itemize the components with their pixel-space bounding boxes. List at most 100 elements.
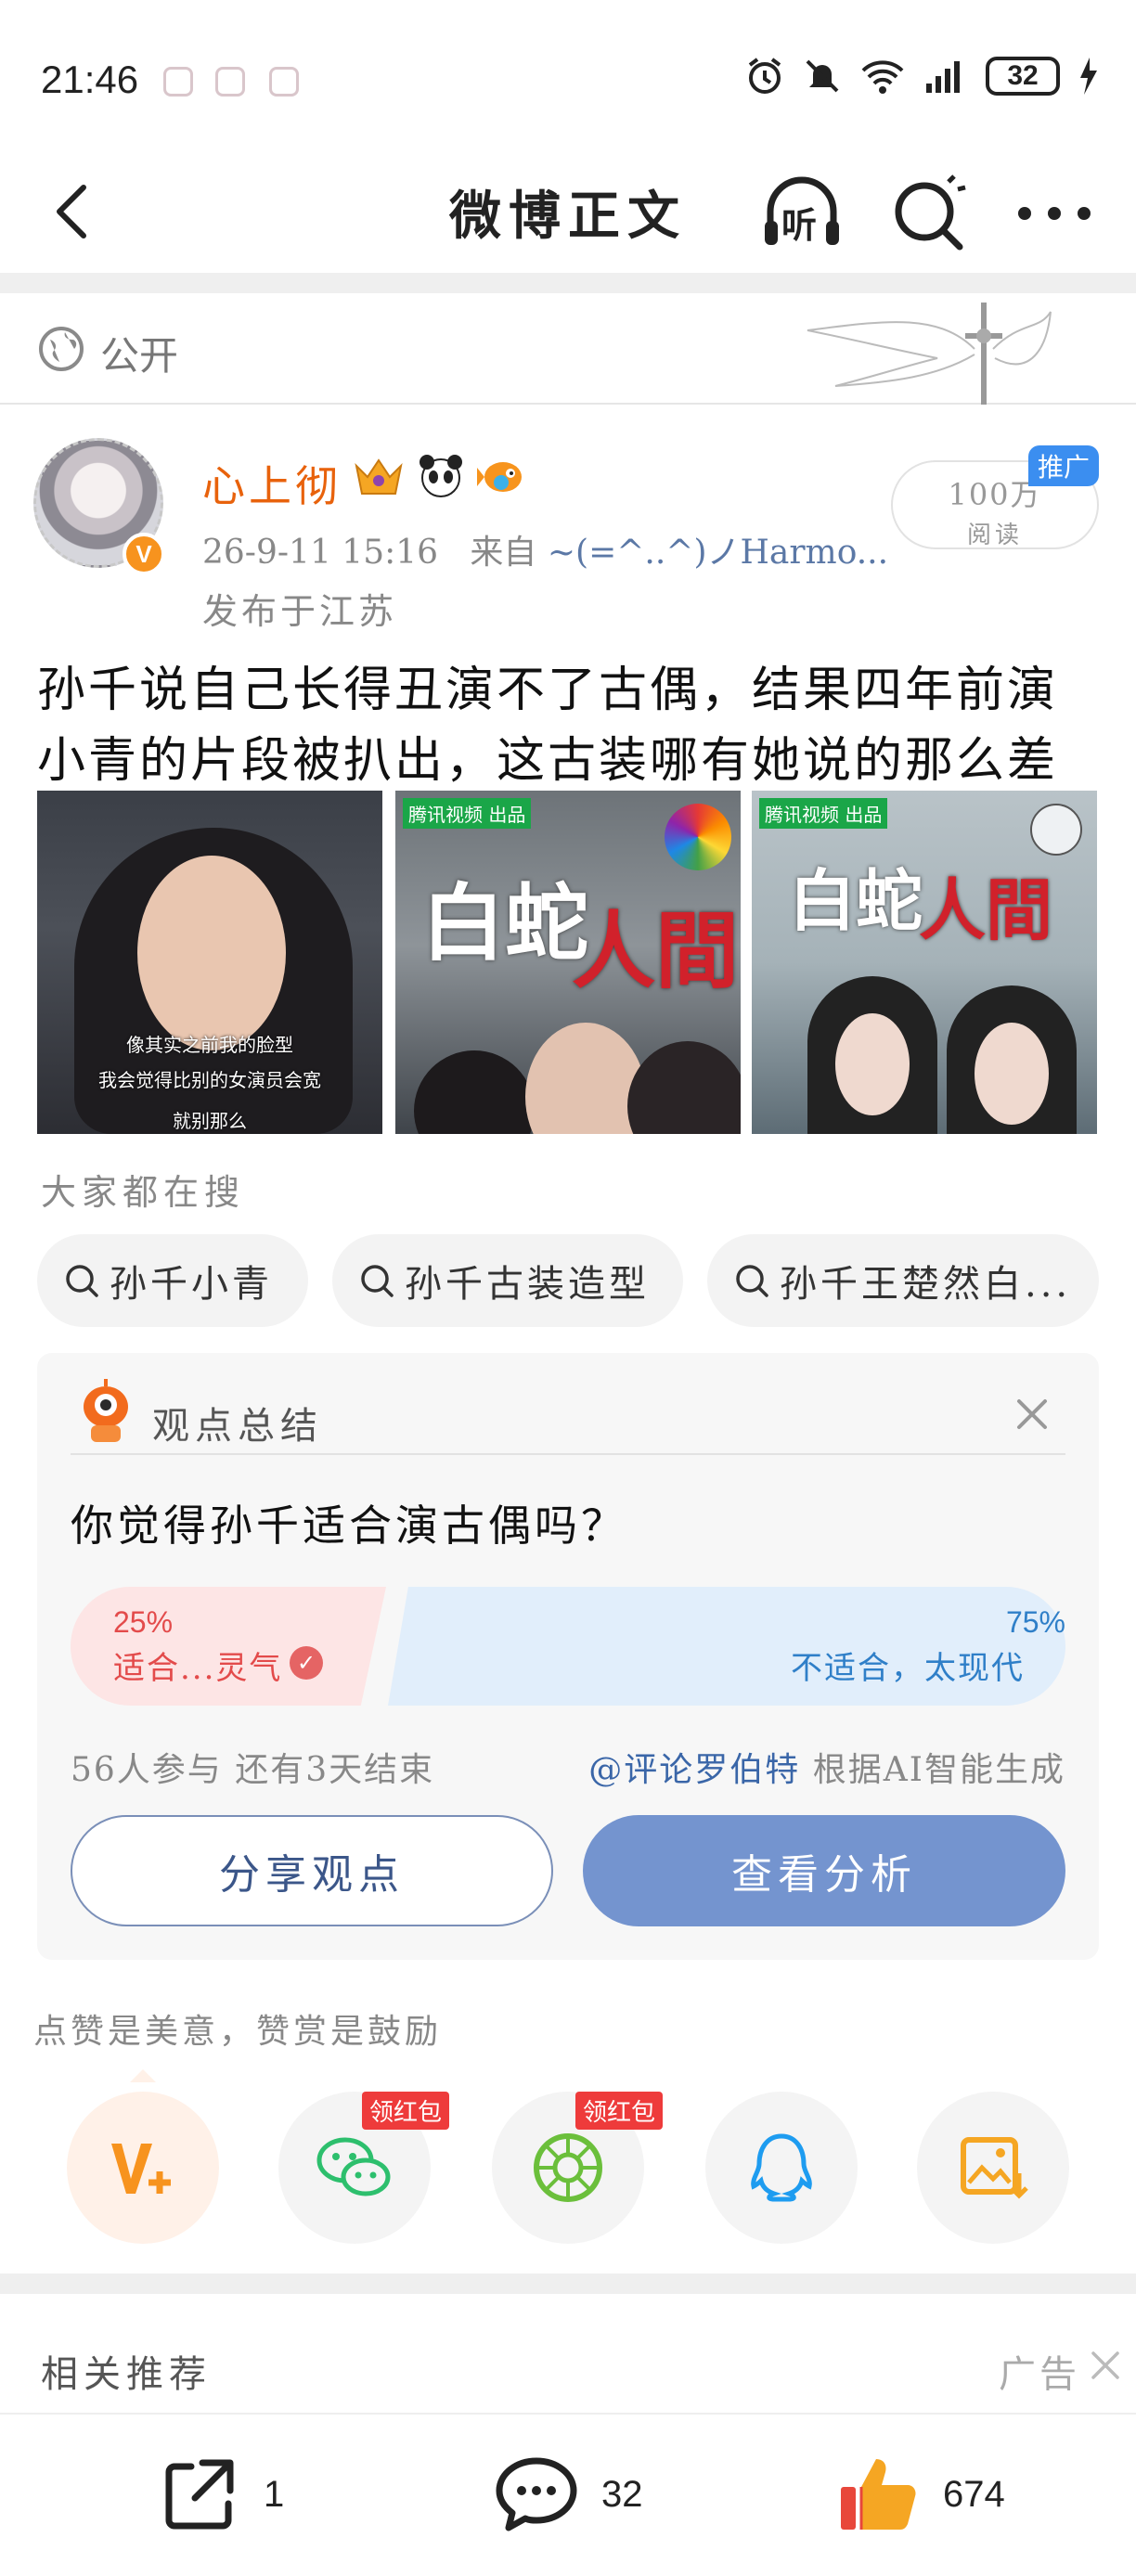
wechat-icon: [316, 2137, 391, 2196]
robot-mascot-icon: [84, 1379, 128, 1442]
comment-action[interactable]: 32: [492, 2450, 643, 2539]
listen-label: 听: [781, 204, 818, 246]
post-image-2[interactable]: 腾讯视频 出品 白蛇 人間: [395, 791, 741, 1134]
share-count: 1: [264, 2473, 285, 2515]
poster-tag: 腾讯视频 出品: [403, 798, 532, 829]
image-caption-3: 就别那么: [173, 1110, 247, 1132]
more-icon[interactable]: [1010, 169, 1099, 258]
related-header: 相关推荐 广告: [0, 2294, 1136, 2415]
post-time: 26-9-11 15:16: [202, 534, 439, 572]
notification-icon: [163, 67, 193, 97]
divider: [0, 2273, 1136, 2294]
pointer-arrow: [130, 2069, 156, 2082]
search-chip[interactable]: 孙千王楚然白...: [707, 1234, 1099, 1327]
poster-tag: 腾讯视频 出品: [759, 798, 888, 829]
ai-attribution: @评论罗伯特 根据AI智能生成: [588, 1743, 1065, 1791]
vplus-button[interactable]: [67, 2092, 219, 2244]
save-image-icon: [961, 2137, 1028, 2199]
promo-badge: 推广: [1028, 445, 1100, 486]
participation-info: 56人参与 还有3天结束: [71, 1751, 435, 1789]
notification-icon: [269, 67, 299, 97]
charging-icon: [1080, 58, 1097, 95]
status-time: 21:46: [41, 58, 139, 101]
panda-badge-icon: [420, 455, 462, 497]
poster-title: 白蛇: [789, 861, 923, 940]
image-caption-1: 像其实之前我的脸型: [126, 1034, 293, 1056]
close-icon[interactable]: [1012, 1394, 1052, 1435]
comment-count: 32: [601, 2473, 643, 2515]
post-location: 发布于江苏: [202, 591, 398, 632]
opinion-card-title: 观点总结: [152, 1405, 323, 1448]
qq-share-button[interactable]: [705, 2092, 858, 2244]
author-badges: [351, 453, 527, 499]
view-analysis-button[interactable]: 查看分析: [583, 1815, 1065, 1926]
poster-title-red: 人間: [572, 902, 739, 1000]
wifi-icon: [861, 60, 904, 94]
save-image-button[interactable]: [917, 2092, 1069, 2244]
opinion-question: 你觉得孙千适合演古偶吗？: [71, 1501, 627, 1551]
option-a-percent: 25%: [113, 1605, 174, 1639]
reads-label: 阅读: [966, 522, 1023, 549]
vplus-icon: [111, 2144, 171, 2194]
search-chip-label: 孙千古装造型: [405, 1263, 650, 1306]
globe-icon: [39, 327, 84, 371]
status-bar: 21:46 32: [0, 0, 1136, 158]
related-title: 相关推荐: [41, 2353, 212, 2396]
post-source[interactable]: ~(=^..^)ノHarmo...: [548, 534, 888, 572]
search-icon[interactable]: [884, 169, 973, 258]
post-meta: 26-9-11 15:16 来自 ~(=^..^)ノHarmo...: [202, 525, 888, 573]
rating-badge-icon: [665, 804, 731, 870]
figure-face: [835, 1013, 910, 1115]
poster-title: 白蛇: [421, 874, 588, 972]
divider: [0, 273, 1136, 293]
wings-cross-decoration: [807, 303, 1052, 405]
status-icons: 32: [744, 56, 1099, 97]
logo-badge-icon: [1030, 804, 1082, 856]
opinion-card-header: 观点总结: [71, 1373, 1065, 1455]
like-icon: [841, 2459, 916, 2530]
verified-badge-icon: V: [123, 533, 165, 575]
moments-icon: [534, 2133, 602, 2202]
author-name[interactable]: 心上彻: [202, 453, 342, 514]
share-opinion-button[interactable]: 分享观点: [71, 1815, 553, 1926]
opinion-card: 观点总结 你觉得孙千适合演古偶吗？ 25% 适合...灵气 ✓ 75% 不适合，…: [37, 1353, 1099, 1960]
crown-badge-icon: [355, 458, 403, 495]
image-caption-2: 我会觉得比别的女演员会宽: [98, 1069, 321, 1091]
red-packet-badge: 领红包: [362, 2092, 450, 2130]
post-image-1[interactable]: 像其实之前我的脸型 我会觉得比别的女演员会宽 就别那么: [37, 791, 382, 1134]
figure-shape: [414, 1050, 535, 1134]
option-b-label: 不适合，太现代: [791, 1650, 1025, 1687]
signal-icon: [926, 61, 960, 93]
ai-author-link[interactable]: @评论罗伯特: [588, 1751, 800, 1789]
like-action[interactable]: 674: [833, 2450, 1005, 2539]
share-action[interactable]: 1: [154, 2450, 284, 2539]
notification-icon: [215, 67, 245, 97]
close-icon[interactable]: [1088, 2348, 1123, 2383]
option-a-label: 适合...灵气: [113, 1650, 283, 1687]
like-count: 674: [943, 2473, 1005, 2515]
visibility-label: 公开: [100, 333, 179, 379]
post-image-3[interactable]: 腾讯视频 出品 白蛇 人間: [752, 791, 1097, 1134]
fish-badge-icon: [477, 462, 522, 492]
red-packet-badge: 领红包: [575, 2092, 664, 2130]
share-icon: [165, 2459, 234, 2530]
visibility-row: 公开: [0, 293, 1136, 405]
bottom-action-bar: 1 32 674: [0, 2415, 1136, 2576]
search-section-title: 大家都在搜: [41, 1172, 246, 1213]
search-chip-label: 孙千小青: [110, 1263, 273, 1306]
ad-label: 广告: [999, 2353, 1080, 2396]
search-icon: [361, 1265, 394, 1297]
figure-shape: [627, 1041, 741, 1134]
search-chip[interactable]: 孙千古装造型: [332, 1234, 683, 1327]
battery-indicator: 32: [986, 57, 1060, 96]
search-icon: [736, 1265, 768, 1297]
search-icon: [66, 1265, 98, 1297]
top-nav: 微博正文 听: [0, 158, 1136, 273]
post-from-label: 来自: [470, 534, 537, 572]
mute-icon: [806, 59, 839, 93]
listen-button[interactable]: 听: [757, 169, 846, 258]
search-chip[interactable]: 孙千小青: [37, 1234, 308, 1327]
poster-title-red: 人間: [919, 870, 1053, 949]
reward-title: 点赞是美意，赞赏是鼓励: [33, 2013, 443, 2051]
comment-icon: [496, 2457, 577, 2531]
